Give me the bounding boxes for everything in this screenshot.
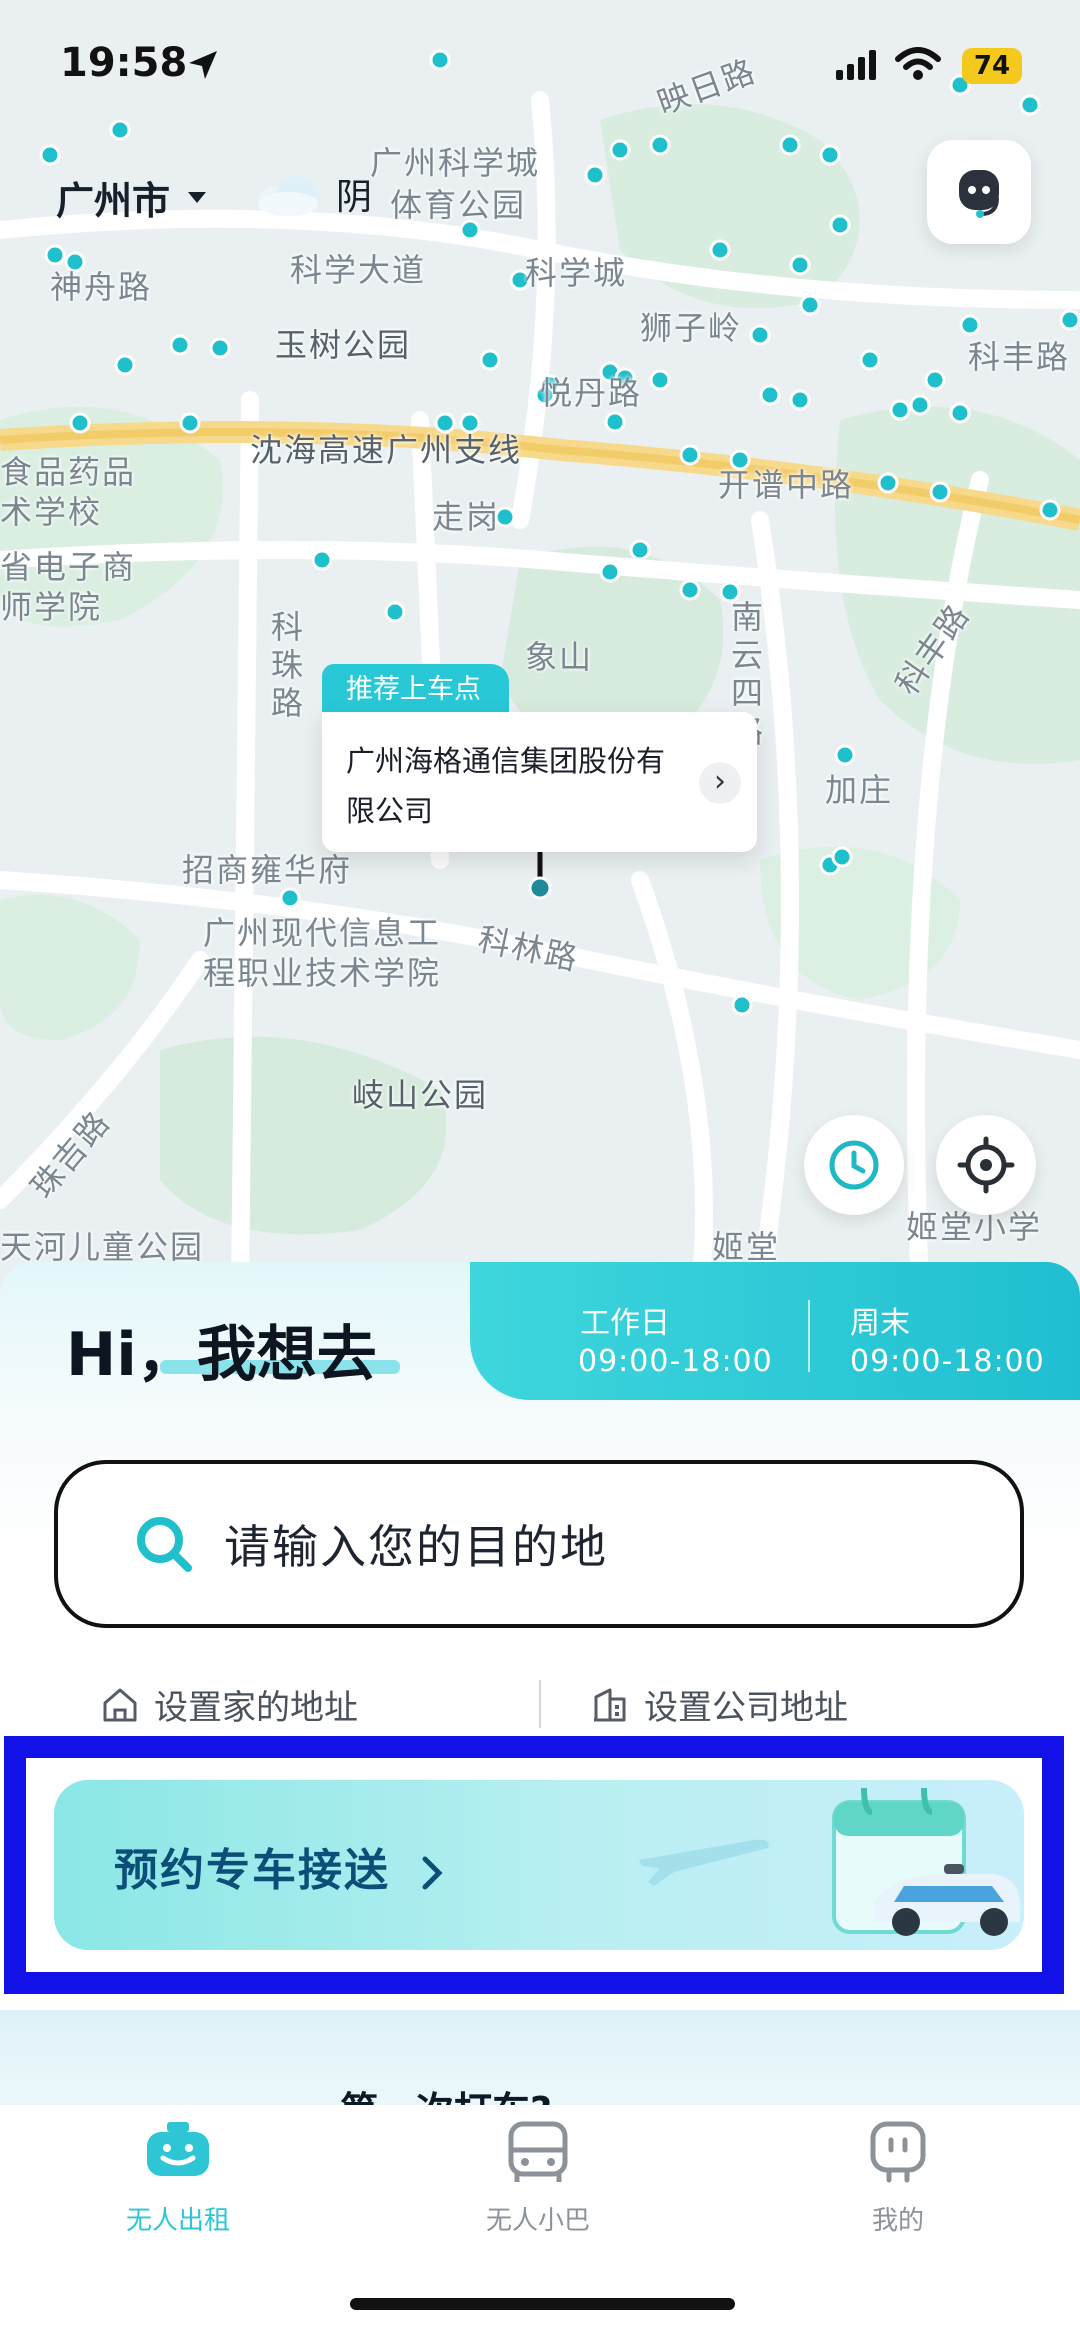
chevron-right-icon: › [699,762,741,804]
service-hours-tab [470,1262,1080,1400]
tab-label: 无人出租 [125,2206,230,2236]
map-label: 程职业技术学院 [203,954,442,992]
pickup-place: 广州海格通信集团股份有限公司 [346,744,666,828]
bus-icon [508,2121,568,2182]
clock-icon [829,1140,879,1190]
map-label: 科学城 [525,254,628,292]
building-icon [594,1688,626,1721]
location-arrow-icon [189,51,217,79]
map-label: 象山 [525,638,594,676]
map-label: 沈海高速广州支线 [250,431,523,469]
weekend-label: 周末 [850,1306,910,1341]
map-label: 术学校 [0,493,103,531]
battery-level: 74 [962,48,1022,84]
set-company-address[interactable]: 设置公司地址 [590,1680,848,1729]
wifi-icon [895,47,941,80]
caret-down-icon [188,191,207,203]
weather-text: 阴 [336,177,373,218]
tab-unmanned-taxi[interactable]: 无人出租 [78,2120,278,2237]
search-icon [137,1517,192,1572]
headset-icon [959,170,999,218]
taxi-icon [147,2122,209,2176]
weather: 阴 [252,168,372,220]
pickup-tag: 推荐上车点 [322,664,509,716]
hours-divider [808,1300,810,1372]
set-home-address[interactable]: 设置家的地址 [100,1680,358,1729]
cloud-icon [258,176,318,216]
map-label: 体育公园 [390,186,527,224]
city-name: 广州市 [56,179,171,223]
weekend-hours: 09:00-18:00 [850,1344,1045,1379]
status-time: 19:58 [60,40,188,86]
customer-service-button[interactable] [927,140,1031,244]
pickup-point-card[interactable]: 广州海格通信集团股份有限公司 › [322,712,757,852]
home-icon [103,1688,137,1721]
map-label: 师学院 [0,588,103,626]
search-placeholder: 请输入您的目的地 [224,1520,608,1574]
tab-label: 我的 [871,2206,924,2236]
home-indicator [350,2298,735,2310]
weekday-label: 工作日 [580,1306,670,1341]
map-label: 开谱中路 [718,466,855,504]
city-selector[interactable]: 广州市 [56,170,208,225]
greeting-title: Hi，我想去 [66,1320,377,1390]
tab-unmanned-bus[interactable]: 无人小巴 [438,2120,638,2237]
map-label: 岐山公园 [352,1076,489,1114]
profile-icon [870,2121,926,2183]
map-label: 悦丹路 [540,374,643,412]
map-label: 招商雍华府 [182,851,353,889]
map-label: 科学大道 [290,251,427,289]
map-label: 科丰路 [968,338,1071,376]
tab-profile[interactable]: 我的 [798,2120,998,2237]
signal-icon [836,50,876,80]
highlight-frame [4,1736,1064,1994]
map-label: 玉树公园 [275,326,412,364]
destination-search[interactable]: 请输入您的目的地 [54,1460,1024,1628]
locate-icon [957,1136,1015,1194]
map-label: 科珠路 [266,610,304,724]
address-divider [539,1680,541,1728]
map-label: 加庄 [825,771,894,809]
map-label: 神舟路 [50,268,153,306]
history-button[interactable] [804,1115,904,1215]
status-bar: 19:58 74 [0,0,1080,130]
tab-label: 无人小巴 [485,2206,590,2236]
locate-button[interactable] [936,1115,1036,1215]
home-address-label: 设置家的地址 [154,1688,358,1728]
weekday-hours: 09:00-18:00 [578,1344,773,1379]
map-label: 走岗 [432,498,501,536]
map-label: 狮子岭 [640,309,743,347]
map-label: 广州科学城 [370,144,541,182]
company-address-label: 设置公司地址 [644,1688,848,1728]
